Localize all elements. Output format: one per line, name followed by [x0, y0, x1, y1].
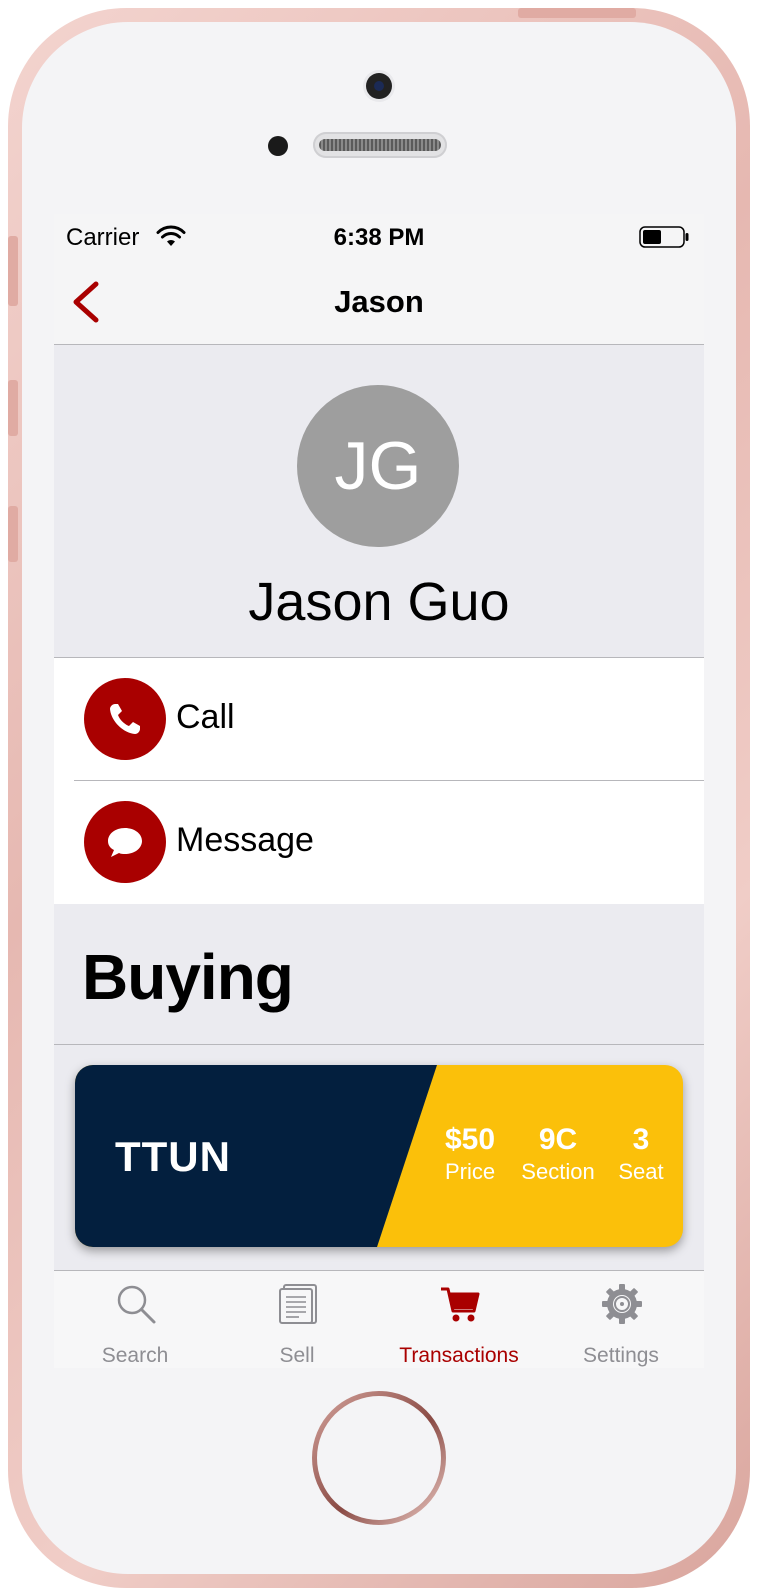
tab-bar: Search Sell Transactions Settings	[54, 1270, 704, 1368]
gear-icon	[602, 1284, 642, 1324]
section-value: 9C	[538, 1123, 578, 1156]
section-label: Section	[521, 1159, 595, 1184]
message-button[interactable]	[84, 801, 166, 883]
front-camera	[366, 73, 392, 99]
home-button[interactable]	[312, 1391, 446, 1525]
call-button[interactable]	[84, 678, 166, 760]
ticket-card[interactable]: TTUN $50 Price 9C Section 3 Seat	[75, 1065, 683, 1247]
ticket-list: TTUN $50 Price 9C Section 3 Seat	[54, 1045, 704, 1271]
tab-sell-label: Sell	[279, 1344, 315, 1367]
volume-up-button	[8, 380, 18, 436]
tab-transactions-label: Transactions	[399, 1344, 519, 1367]
seat-value: 3	[632, 1123, 650, 1156]
message-row[interactable]: Message	[54, 781, 704, 903]
contact-name: Jason Guo	[248, 572, 510, 632]
document-icon	[279, 1284, 317, 1324]
ticket-price: $50 Price	[435, 1123, 505, 1185]
status-bar: Carrier 6:38 PM	[54, 214, 704, 260]
ticket-section: 9C Section	[513, 1123, 603, 1185]
ticket-team: TTUN	[115, 1133, 231, 1180]
cart-icon	[441, 1287, 480, 1322]
tab-search[interactable]: Search	[54, 1271, 216, 1368]
phone-icon	[110, 704, 140, 734]
ticket-seat: 3 Seat	[609, 1123, 673, 1185]
call-row[interactable]: Call	[74, 658, 704, 781]
app-screen: Carrier 6:38 PM Jason JG Jason Guo Call …	[54, 214, 704, 1368]
navigation-bar: Jason	[54, 260, 704, 345]
power-button	[518, 8, 636, 18]
tab-sell[interactable]: Sell	[216, 1271, 378, 1368]
battery-icon	[639, 226, 689, 248]
status-time: 6:38 PM	[333, 224, 425, 251]
chat-bubble-icon	[108, 828, 142, 857]
page-title: Jason	[334, 284, 424, 319]
mute-switch	[8, 236, 18, 306]
tab-transactions[interactable]: Transactions	[378, 1271, 540, 1368]
contact-actions: Call Message	[54, 657, 704, 905]
volume-down-button	[8, 506, 18, 562]
earpiece-speaker	[313, 132, 447, 158]
tab-settings-label: Settings	[583, 1344, 659, 1367]
proximity-sensor	[268, 136, 288, 156]
magnifier-icon	[117, 1285, 156, 1324]
section-title: Buying	[82, 941, 294, 1013]
seat-label: Seat	[618, 1159, 664, 1184]
contact-header: JG Jason Guo	[54, 345, 704, 657]
tab-settings[interactable]: Settings	[540, 1271, 702, 1368]
call-label: Call	[176, 698, 235, 736]
price-value: $50	[444, 1123, 496, 1156]
tab-search-label: Search	[101, 1344, 169, 1367]
section-header: Buying	[54, 904, 704, 1045]
avatar: JG	[297, 385, 459, 547]
price-label: Price	[444, 1159, 496, 1184]
message-label: Message	[176, 821, 314, 859]
